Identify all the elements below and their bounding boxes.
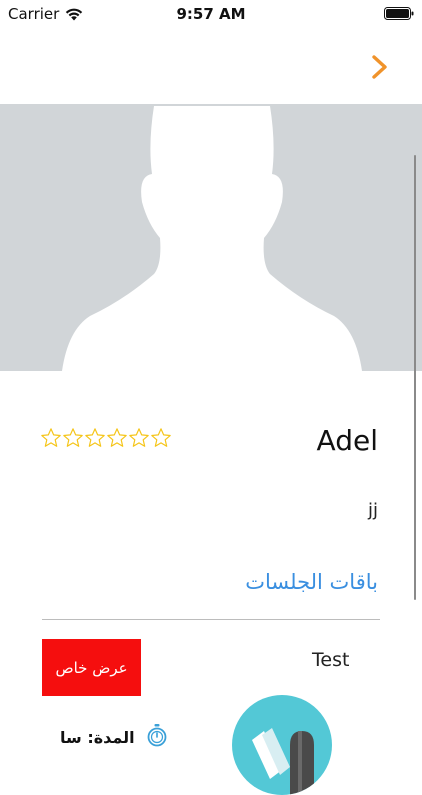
package-name: Test	[312, 649, 350, 671]
chevron-right-icon[interactable]	[370, 54, 390, 80]
duration-label: المدة: سا	[60, 728, 135, 747]
star-icon[interactable]	[40, 427, 62, 449]
rating-stars	[40, 427, 172, 449]
star-icon[interactable]	[84, 427, 106, 449]
profile-name: Adel	[316, 424, 378, 457]
star-icon[interactable]	[150, 427, 172, 449]
star-icon[interactable]	[106, 427, 128, 449]
person-silhouette-icon	[62, 106, 362, 371]
divider	[42, 619, 380, 620]
timer-icon	[147, 724, 167, 747]
package-icon[interactable]	[232, 695, 332, 795]
status-bar: Carrier 9:57 AM	[0, 0, 422, 28]
profile-avatar	[0, 104, 422, 371]
profile-bio: jj	[367, 500, 378, 521]
navigation-bar	[0, 28, 422, 104]
status-time: 9:57 AM	[176, 5, 246, 23]
battery-icon	[384, 7, 414, 20]
package-graphic	[252, 728, 314, 795]
star-icon[interactable]	[128, 427, 150, 449]
special-offer-badge[interactable]: عرض خاص	[42, 639, 141, 696]
section-title: باقات الجلسات	[245, 570, 378, 594]
star-icon[interactable]	[62, 427, 84, 449]
scroll-indicator[interactable]	[414, 155, 416, 600]
